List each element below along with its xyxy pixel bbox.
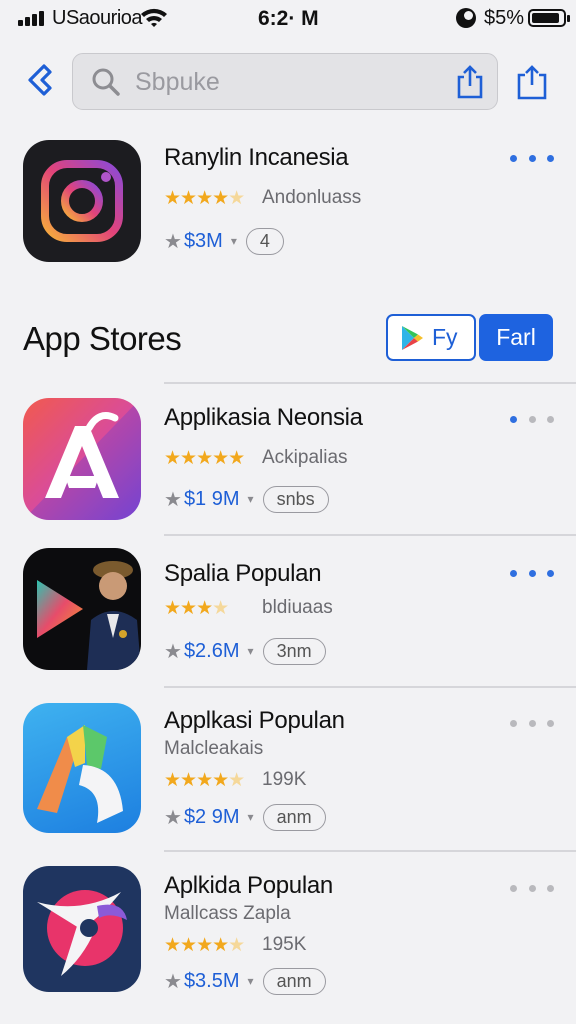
price-row: ★ $1 9M ▾ snbs <box>164 484 329 514</box>
app-subtitle: Malcleakais <box>164 738 264 759</box>
app-name: Applikasia Neonsia <box>164 404 363 431</box>
segment-google-play[interactable]: Fy <box>386 314 476 361</box>
divider <box>164 686 576 688</box>
status-bar: USaourioa 6:2· M $5% <box>0 0 576 40</box>
rating-stars: ★★★★★ <box>164 770 245 791</box>
rating-stars: ★★★★★ <box>164 935 245 956</box>
size-pill[interactable]: 3nm <box>262 637 326 665</box>
size-pill[interactable]: 4 <box>245 227 284 255</box>
section-title: App Stores <box>23 320 182 357</box>
search-input[interactable] <box>135 66 455 98</box>
abstract-shapes-icon <box>23 703 141 833</box>
segment-right-button[interactable]: Farl <box>479 314 553 361</box>
carrier-label: USaourioa <box>52 7 143 29</box>
chevron-down-icon: ▾ <box>247 644 254 658</box>
more-options-icon[interactable] <box>510 567 554 579</box>
wifi-icon <box>141 8 167 27</box>
bird-swoosh-icon <box>23 866 141 992</box>
price-row: ★ $2 9M ▾ anm <box>164 802 326 832</box>
size-pill[interactable]: anm <box>262 803 326 831</box>
search-icon <box>92 68 120 96</box>
list-item[interactable]: Applkasi Populan Malcleakais ★★★★★ 199K … <box>0 703 576 843</box>
segment-left-label: Fy <box>432 324 458 350</box>
list-item[interactable]: Aplkida Populan Mallcass Zapla ★★★★★ 195… <box>0 866 576 1006</box>
chevron-down-icon: ▾ <box>247 974 254 988</box>
app-name: Aplkida Populan <box>164 872 333 899</box>
rating-text: bldiuaas <box>262 597 333 618</box>
battery-percent: $5% <box>484 7 525 29</box>
more-options-icon[interactable] <box>510 717 554 729</box>
back-button[interactable] <box>20 58 60 102</box>
price-row: ★ $3.5M ▾ anm <box>164 966 326 996</box>
rating-text: Andonluass <box>262 187 362 208</box>
featured-app-row[interactable]: Ranylin Incanesia ★★★★★ Andonluass ★ $3M… <box>0 140 576 280</box>
chevron-down-icon: ▾ <box>230 234 237 248</box>
more-options-icon[interactable] <box>510 413 554 425</box>
divider <box>164 534 576 536</box>
rating-stars: ★★★★★ <box>164 448 245 469</box>
chevron-down-icon: ▾ <box>247 492 254 506</box>
star-icon: ★ <box>164 488 182 511</box>
size-pill[interactable]: anm <box>262 967 326 995</box>
star-icon: ★ <box>164 970 182 993</box>
rating-stars: ★★★★ <box>164 598 229 619</box>
share-box-icon <box>517 65 547 100</box>
app-name: Spalia Populan <box>164 560 322 587</box>
price: $1 9M <box>183 487 240 510</box>
letter-a-icon <box>23 398 141 520</box>
rating-stars: ★★★★★ <box>164 188 245 209</box>
divider <box>164 850 576 852</box>
share-icon[interactable] <box>453 64 487 100</box>
size-pill[interactable]: snbs <box>262 485 329 513</box>
rating-text: 195K <box>262 934 307 955</box>
star-icon: ★ <box>164 230 182 253</box>
clock: 6:2· M <box>258 7 319 30</box>
price: $2.6M <box>183 639 240 662</box>
play-person-icon <box>23 548 141 670</box>
more-options-icon[interactable] <box>510 882 554 894</box>
rating-text: 199K <box>262 769 307 790</box>
share-button[interactable] <box>510 58 554 106</box>
signal-icon <box>18 10 48 26</box>
divider <box>164 382 576 384</box>
price-row: ★ $3M ▾ 4 <box>164 226 284 256</box>
play-store-icon <box>402 325 423 350</box>
price: $3.5M <box>183 969 240 992</box>
app-name: Applkasi Populan <box>164 707 345 734</box>
star-icon: ★ <box>164 640 182 663</box>
price: $2 9M <box>183 805 240 828</box>
list-item[interactable]: Spalia Populan ★★★★ bldiuaas ★ $2.6M ▾ 3… <box>0 548 576 688</box>
star-icon: ★ <box>164 806 182 829</box>
search-bar[interactable] <box>72 53 498 110</box>
price-row: ★ $2.6M ▾ 3nm <box>164 636 326 666</box>
focus-moon-icon <box>456 8 476 28</box>
price: $3M <box>183 229 223 252</box>
app-name: Ranylin Incanesia <box>164 144 349 171</box>
back-chevron-icon <box>28 64 52 96</box>
battery-icon <box>528 9 570 27</box>
list-item[interactable]: Applikasia Neonsia ★★★★★ Ackipalias ★ $1… <box>0 398 576 538</box>
chevron-down-icon: ▾ <box>247 810 254 824</box>
app-subtitle: Mallcass Zapla <box>164 903 291 924</box>
instagram-camera-icon <box>23 140 141 262</box>
rating-text: Ackipalias <box>262 447 348 468</box>
more-options-icon[interactable] <box>510 152 554 164</box>
